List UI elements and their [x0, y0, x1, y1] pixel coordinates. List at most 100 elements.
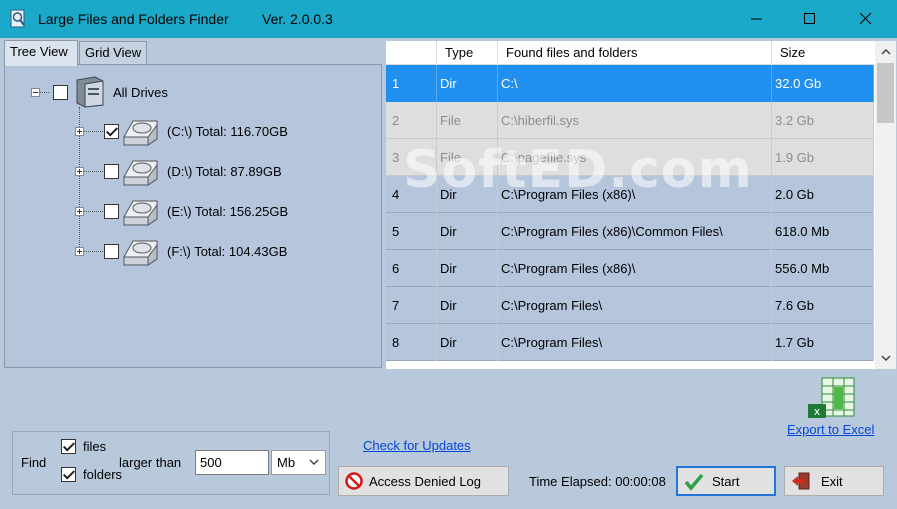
access-denied-log-button[interactable]: Access Denied Log	[338, 466, 509, 496]
cell-index: 2	[386, 102, 437, 139]
column-header-type[interactable]: Type	[437, 41, 498, 65]
table-row[interactable]: 3 File C:\pagefile.sys 1.9 Gb	[386, 139, 874, 176]
drive-tree: All Drives (C:\) Total: 116.70GB (D:\) T…	[4, 64, 382, 368]
hard-drive-icon	[123, 240, 158, 266]
maximize-icon	[804, 13, 815, 24]
find-options: Find files folders larger than 500 Mb	[12, 431, 330, 495]
tree-node-drive-c[interactable]: (C:\) Total: 116.70GB	[75, 115, 288, 147]
cell-path: C:\pagefile.sys	[498, 139, 772, 176]
hard-drive-icon	[123, 120, 158, 146]
scroll-down-button[interactable]	[875, 347, 896, 369]
table-row[interactable]: 4 Dir C:\Program Files (x86)\ 2.0 Gb	[386, 176, 874, 213]
cell-path: C:\Program Files\	[498, 287, 772, 324]
app-icon	[10, 9, 25, 28]
files-label: files	[83, 439, 107, 454]
cell-size: 32.0 Gb	[772, 65, 874, 102]
exit-button[interactable]: Exit	[784, 466, 884, 496]
window-version: Ver. 2.0.0.3	[262, 11, 333, 27]
cell-path: C:\Program Files (x86)\	[498, 250, 772, 287]
cell-index: 6	[386, 250, 437, 287]
cell-index: 1	[386, 65, 437, 102]
cell-size: 2.0 Gb	[772, 176, 874, 213]
chevron-down-icon	[309, 459, 319, 465]
tree-label-drive-f: (F:\) Total: 104.43GB	[167, 243, 288, 259]
tree-node-drive-e[interactable]: (E:\) Total: 156.25GB	[75, 195, 288, 227]
time-elapsed: Time Elapsed: 00:00:08	[529, 474, 666, 489]
export-to-excel-link[interactable]: Export to Excel	[787, 422, 874, 437]
column-header-path[interactable]: Found files and folders	[498, 41, 772, 65]
tree-label-drive-e: (E:\) Total: 156.25GB	[167, 203, 289, 219]
computer-icon	[76, 76, 104, 108]
access-denied-log-label: Access Denied Log	[369, 473, 482, 489]
size-unit-select[interactable]: Mb	[271, 450, 326, 475]
cell-type: Dir	[437, 65, 498, 102]
cell-path: C:\Program Files (x86)\Common Files\	[498, 213, 772, 250]
collapse-icon[interactable]	[31, 87, 40, 97]
minimize-button[interactable]	[731, 0, 783, 38]
expand-icon[interactable]	[75, 206, 84, 216]
table-row[interactable]: 1 Dir C:\ 32.0 Gb	[386, 65, 874, 102]
hard-drive-icon	[123, 160, 158, 186]
cell-type: Dir	[437, 250, 498, 287]
files-checkbox[interactable]	[61, 439, 76, 454]
cell-index: 5	[386, 213, 437, 250]
folders-checkbox[interactable]	[61, 467, 76, 482]
start-button[interactable]: Start	[676, 466, 776, 496]
cell-path: C:\Program Files\	[498, 324, 772, 361]
excel-icon[interactable]: x	[806, 376, 856, 420]
cell-type: File	[437, 139, 498, 176]
start-label: Start	[712, 473, 740, 489]
cell-type: Dir	[437, 287, 498, 324]
expand-icon[interactable]	[75, 166, 84, 176]
folders-label: folders	[83, 467, 123, 482]
table-row[interactable]: 7 Dir C:\Program Files\ 7.6 Gb	[386, 287, 874, 324]
size-threshold-input[interactable]: 500	[195, 450, 269, 475]
grid-scrollbar[interactable]	[875, 41, 896, 369]
drive-d-checkbox[interactable]	[104, 163, 119, 179]
window-title: Large Files and Folders Finder	[38, 11, 229, 27]
tree-node-all-drives[interactable]: All Drives	[31, 76, 168, 108]
cell-path: C:\	[498, 65, 772, 102]
table-row[interactable]: 8 Dir C:\Program Files\ 1.7 Gb	[386, 324, 874, 361]
tab-tree-view[interactable]: Tree View	[4, 40, 78, 66]
results-grid: Type Found files and folders Size 1 Dir …	[386, 41, 896, 369]
cell-size: 556.0 Mb	[772, 250, 874, 287]
cell-size: 1.9 Gb	[772, 139, 874, 176]
tree-node-drive-d[interactable]: (D:\) Total: 87.89GB	[75, 155, 282, 187]
find-files-option[interactable]: files	[61, 439, 106, 454]
tree-label-all-drives: All Drives	[113, 84, 168, 100]
all-drives-checkbox[interactable]	[53, 84, 68, 100]
scroll-thumb[interactable]	[877, 63, 894, 123]
tree-node-drive-f[interactable]: (F:\) Total: 104.43GB	[75, 235, 287, 267]
cell-path: C:\hiberfil.sys	[498, 102, 772, 139]
hard-drive-icon	[123, 200, 158, 226]
scroll-up-button[interactable]	[875, 41, 896, 63]
expand-icon[interactable]	[75, 246, 84, 256]
cell-size: 3.2 Gb	[772, 102, 874, 139]
column-header-size[interactable]: Size	[772, 41, 874, 65]
table-row[interactable]: 6 Dir C:\Program Files (x86)\ 556.0 Mb	[386, 250, 874, 287]
cell-size: 1.7 Gb	[772, 324, 874, 361]
larger-than-label: larger than	[119, 455, 182, 470]
chevron-up-icon	[880, 49, 891, 55]
find-folders-option[interactable]: folders	[61, 467, 122, 482]
size-unit-value: Mb	[277, 455, 296, 470]
expand-icon[interactable]	[75, 126, 84, 136]
tab-grid-view[interactable]: Grid View	[79, 41, 147, 65]
drive-e-checkbox[interactable]	[104, 203, 119, 219]
check-for-updates-link[interactable]: Check for Updates	[363, 438, 471, 453]
no-entry-icon	[345, 472, 363, 490]
drive-c-checkbox[interactable]	[104, 123, 119, 139]
cell-type: File	[437, 102, 498, 139]
drive-f-checkbox[interactable]	[104, 243, 119, 259]
table-row[interactable]: 2 File C:\hiberfil.sys 3.2 Gb	[386, 102, 874, 139]
maximize-button[interactable]	[784, 0, 836, 38]
table-row[interactable]: 5 Dir C:\Program Files (x86)\Common File…	[386, 213, 874, 250]
grid-header: Type Found files and folders Size	[386, 41, 874, 65]
exit-door-icon	[792, 472, 810, 490]
column-header-index[interactable]	[386, 41, 437, 65]
cell-index: 7	[386, 287, 437, 324]
close-button[interactable]	[840, 0, 892, 38]
cell-type: Dir	[437, 213, 498, 250]
minimize-icon	[751, 18, 762, 20]
